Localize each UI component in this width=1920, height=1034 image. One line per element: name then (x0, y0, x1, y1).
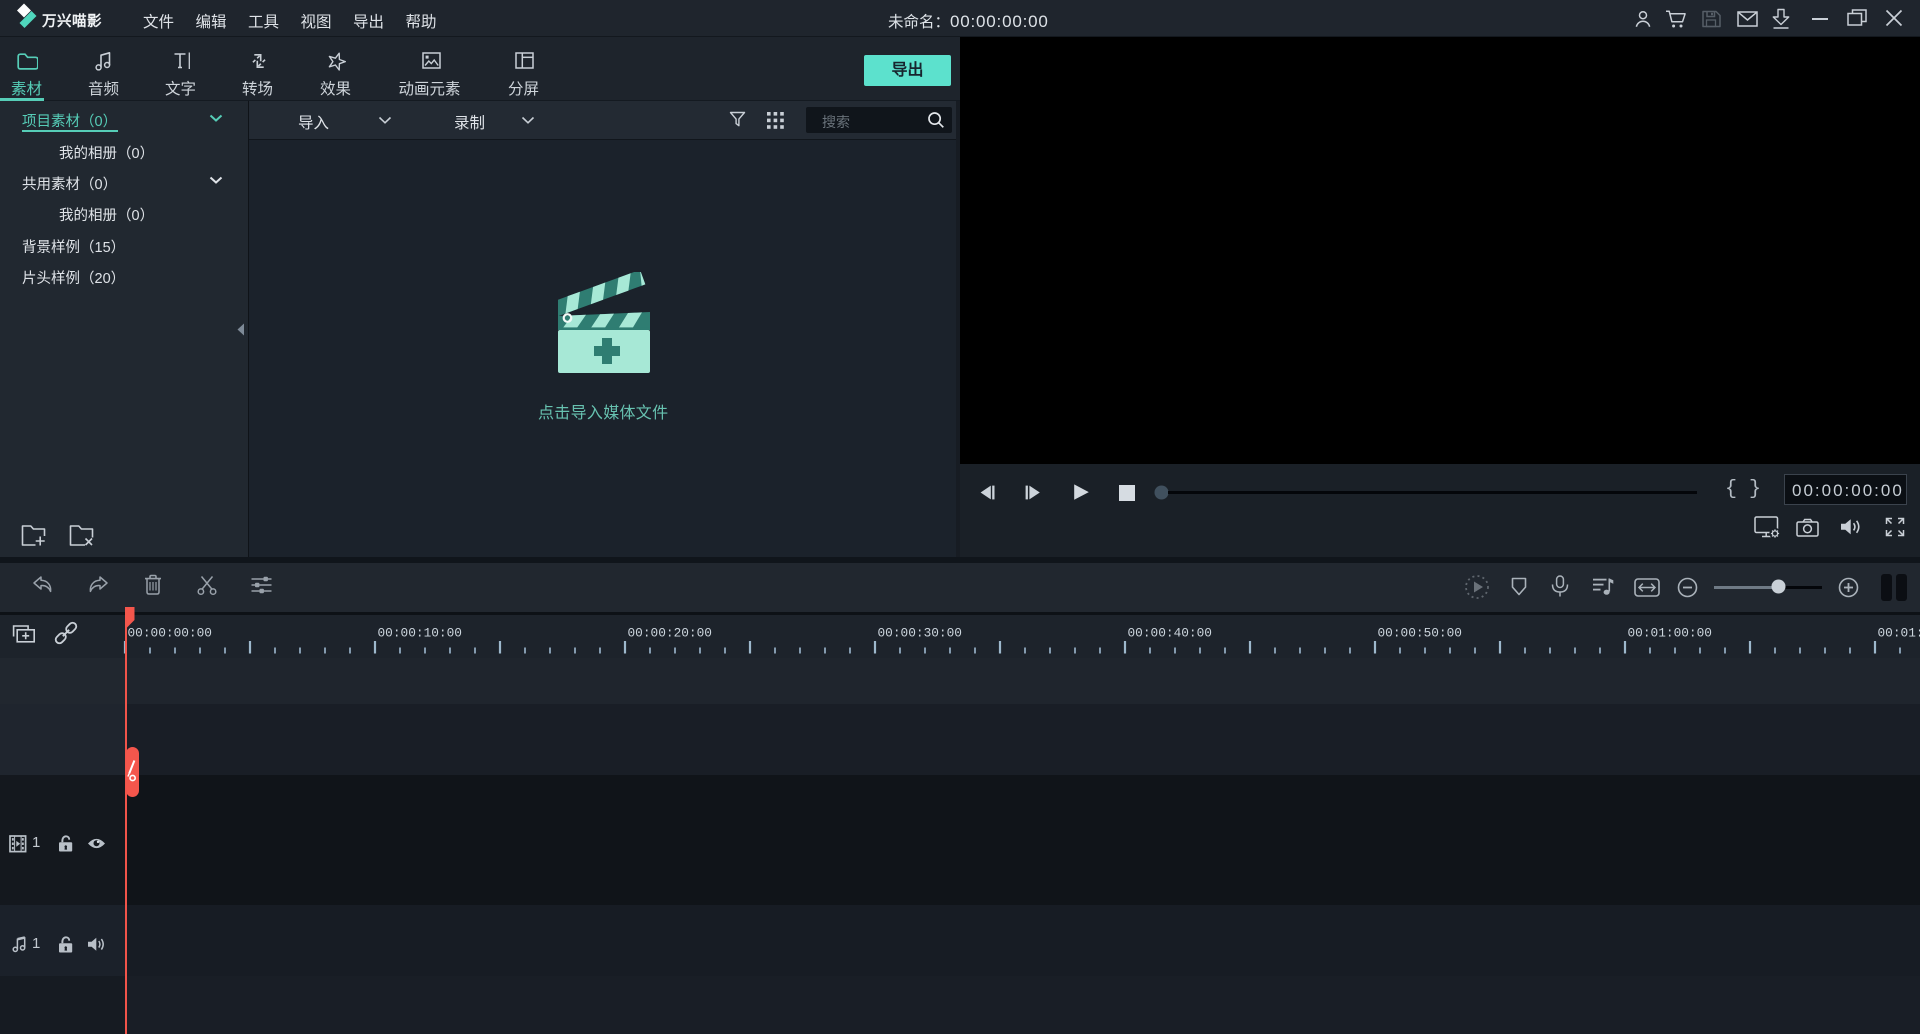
svg-text:00:01:00:00: 00:01:00:00 (1628, 626, 1712, 641)
svg-text:00:00:20:00: 00:00:20:00 (628, 626, 712, 641)
svg-text:00:00:00:00: 00:00:00:00 (128, 626, 212, 641)
svg-text:00:00:10:00: 00:00:10:00 (378, 626, 462, 641)
svg-text:00:01:10:00: 00:01:10:00 (1878, 626, 1920, 641)
svg-text:00:00:40:00: 00:00:40:00 (1128, 626, 1212, 641)
svg-text:00:00:50:00: 00:00:50:00 (1378, 626, 1462, 641)
svg-text:00:00:30:00: 00:00:30:00 (878, 626, 962, 641)
